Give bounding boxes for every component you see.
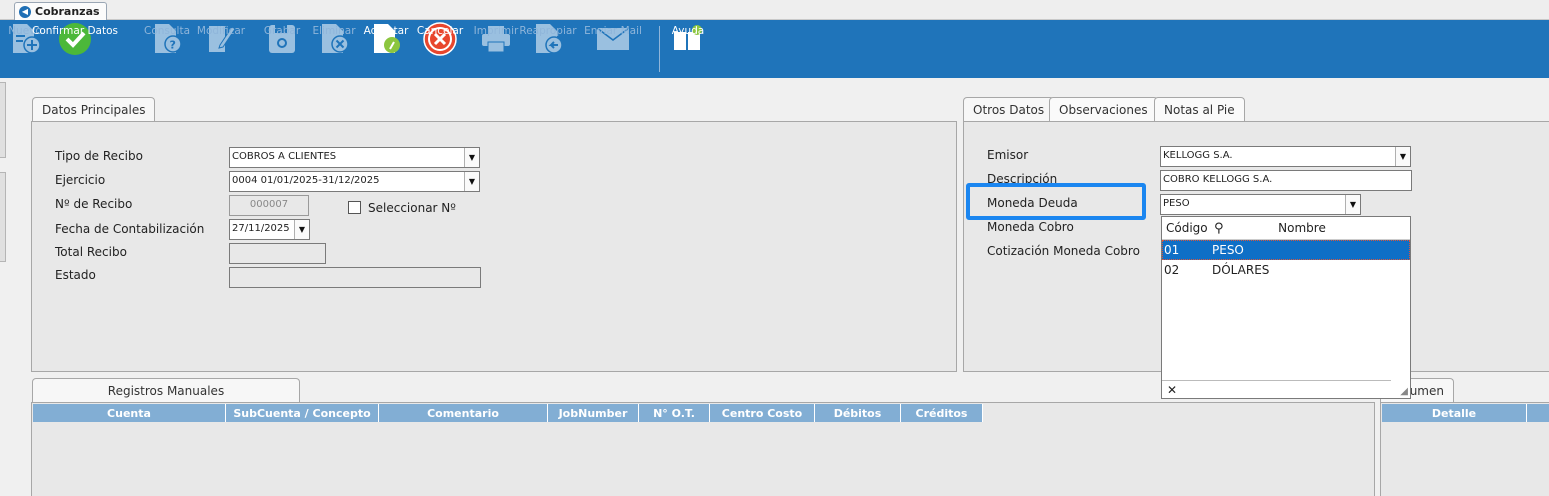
tab-otros-datos[interactable]: Otros Datos <box>963 97 1055 122</box>
chevron-down-icon: ▼ <box>464 172 479 191</box>
cancelar-button[interactable]: Cancelar <box>417 22 463 76</box>
nro-recibo-field: 000007 <box>229 195 309 216</box>
chevron-down-icon: ▼ <box>464 148 479 167</box>
app-icon: ◀ <box>19 5 31 18</box>
imprimir-button[interactable]: Imprimir <box>474 22 518 76</box>
ejercicio-select[interactable]: 0004 01/01/2025-31/12/2025 ▼ <box>229 171 480 192</box>
moneda-dropdown-list[interactable]: Código ⚲ Nombre 01 PESO 02 DÓLARES ✕ ◢ <box>1161 216 1411 399</box>
emisor-select[interactable]: KELLOGG S.A. ▼ <box>1160 146 1411 167</box>
chevron-down-icon: ▼ <box>294 220 309 239</box>
list-item[interactable]: 01 PESO <box>1162 240 1410 260</box>
focus-highlight <box>966 183 1146 220</box>
toolbar: Nuevo Confirmar Datos ? Consulta Modific… <box>0 20 1549 78</box>
moneda-cobro-label: Moneda Cobro <box>987 220 1074 234</box>
tab-registros-manuales[interactable]: Registros Manuales <box>32 378 300 403</box>
moneda-deuda-select[interactable]: PESO ▼ <box>1160 194 1361 215</box>
column-jobnumber[interactable]: JobNumber <box>548 404 639 422</box>
column-subcuenta[interactable]: SubCuenta / Concepto <box>226 404 379 422</box>
adjuntar-button[interactable]: Adjuntar <box>364 22 408 76</box>
svg-text:?: ? <box>170 39 176 52</box>
side-rail-handle[interactable] <box>0 82 6 158</box>
chevron-down-icon: ▼ <box>1395 147 1410 166</box>
column-debitos[interactable]: Débitos <box>815 404 901 422</box>
enviar-mail-button[interactable]: Enviar Mail <box>584 22 642 76</box>
dropdown-column-nombre[interactable]: Nombre <box>1230 221 1410 235</box>
seleccionar-nro-label: Seleccionar Nº <box>368 201 456 215</box>
binoculars-icon[interactable]: ⚲ <box>1210 221 1230 236</box>
tab-datos-principales[interactable]: Datos Principales <box>32 97 156 122</box>
cobranzas-tab[interactable]: ◀ Cobranzas <box>14 2 107 20</box>
list-item[interactable]: 02 DÓLARES <box>1162 260 1410 280</box>
estado-label: Estado <box>55 268 96 282</box>
tab-observaciones[interactable]: Observaciones <box>1049 97 1158 122</box>
dropdown-divider <box>1162 380 1391 381</box>
fecha-contabilizacion-picker[interactable]: 27/11/2025 ▼ <box>229 219 310 240</box>
cobranzas-tab-label: Cobranzas <box>35 5 100 18</box>
eliminar-button[interactable]: Eliminar <box>312 22 356 76</box>
resize-grip-icon[interactable]: ◢ <box>1400 386 1408 397</box>
dropdown-column-codigo[interactable]: Código <box>1162 221 1210 235</box>
registros-grid-header: Cuenta SubCuenta / Concepto Comentario J… <box>33 404 983 422</box>
ayuda-button[interactable]: i Ayuda <box>671 22 705 76</box>
window-tab-strip: ◀ Cobranzas <box>0 0 1549 20</box>
total-recibo-label: Total Recibo <box>55 245 127 259</box>
fecha-contabilizacion-label: Fecha de Contabilización <box>55 222 205 236</box>
tab-notas-al-pie[interactable]: Notas al Pie <box>1154 97 1245 122</box>
cotizacion-label: Cotización Moneda Cobro <box>987 244 1140 258</box>
column-nro-ot[interactable]: N° O.T. <box>639 404 710 422</box>
tipo-recibo-select[interactable]: COBROS A CLIENTES ▼ <box>229 147 480 168</box>
resumen-grid-header: Detalle <box>1382 404 1549 422</box>
column-extra <box>1527 404 1549 422</box>
seleccionar-nro-checkbox[interactable] <box>348 201 361 214</box>
column-centro-costo[interactable]: Centro Costo <box>710 404 815 422</box>
modificar-button[interactable]: Modificar <box>197 22 245 76</box>
column-creditos[interactable]: Créditos <box>901 404 983 422</box>
dropdown-header: Código ⚲ Nombre <box>1162 217 1410 240</box>
grabar-button[interactable]: Grabar <box>264 22 300 76</box>
side-rail-handle[interactable] <box>0 172 6 262</box>
reapropiar-button[interactable]: Reapropiar <box>519 22 577 76</box>
estado-field <box>229 267 481 288</box>
descripcion-field[interactable]: COBRO KELLOGG S.A. <box>1160 170 1412 191</box>
confirmar-datos-button[interactable]: Confirmar Datos <box>32 22 118 76</box>
toolbar-separator <box>659 26 660 72</box>
nro-recibo-label: Nº de Recibo <box>55 197 133 211</box>
close-icon[interactable]: ✕ <box>1167 383 1177 397</box>
column-cuenta[interactable]: Cuenta <box>33 404 226 422</box>
total-recibo-field <box>229 243 326 264</box>
emisor-label: Emisor <box>987 148 1029 162</box>
datos-principales-panel <box>31 121 957 372</box>
column-comentario[interactable]: Comentario <box>379 404 548 422</box>
side-rail <box>0 82 6 262</box>
ejercicio-label: Ejercicio <box>55 173 106 187</box>
tipo-recibo-label: Tipo de Recibo <box>55 149 143 163</box>
column-detalle[interactable]: Detalle <box>1382 404 1527 422</box>
consulta-button[interactable]: ? Consulta <box>144 22 190 76</box>
chevron-down-icon: ▼ <box>1345 195 1360 214</box>
